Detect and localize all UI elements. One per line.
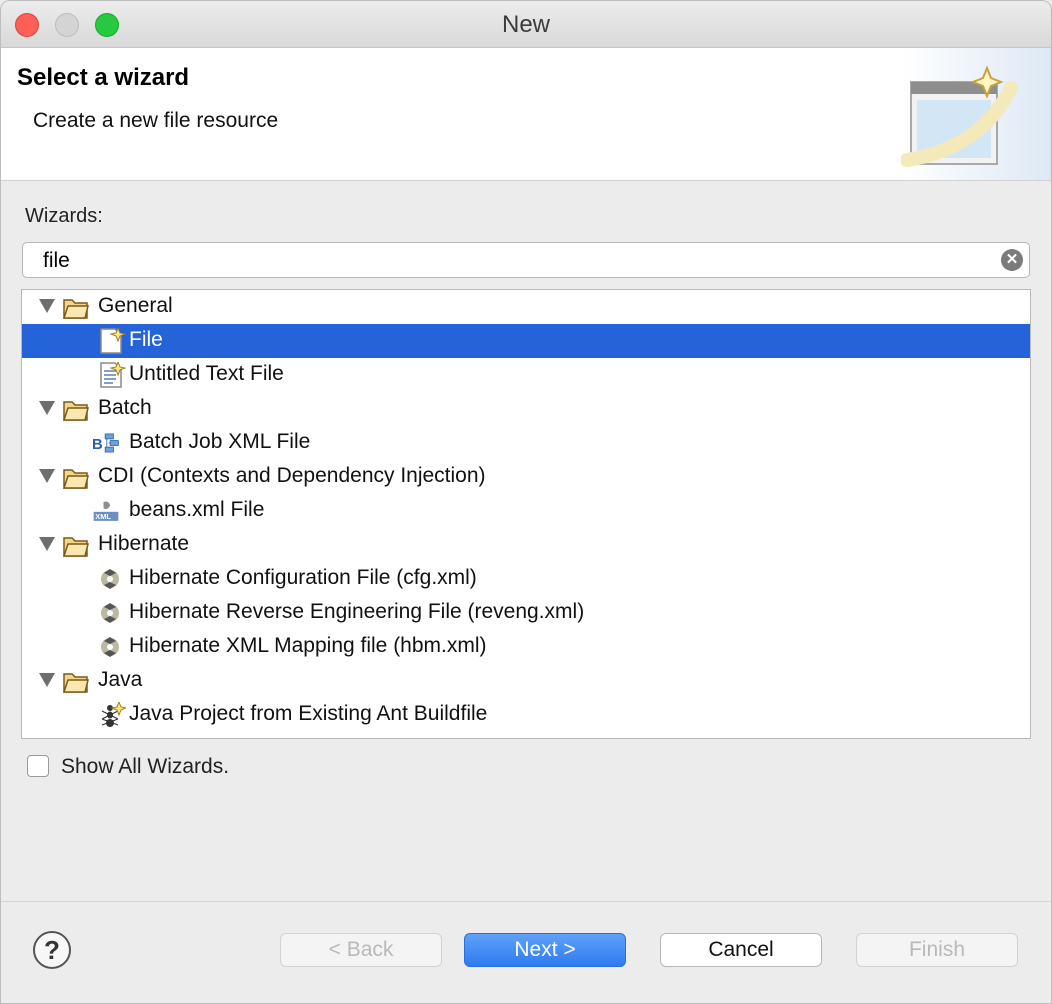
tree-item-label: beans.xml File [129,498,265,521]
wizard-banner: Select a wizard Create a new file resour… [1,48,1051,181]
svg-text:XML: XML [95,512,111,521]
next-button[interactable]: Next > [464,933,626,967]
tree-item-label: Untitled Text File [129,362,284,385]
new-wizard-dialog: New Select a wizard Create a new file re… [0,0,1052,1004]
tree-item-label: Hibernate XML Mapping file (hbm.xml) [129,634,487,657]
tree-item-file[interactable]: File [22,324,1030,358]
new-file-icon [100,328,126,354]
tree-item-hibernate-hbm[interactable]: Hibernate XML Mapping file (hbm.xml) [22,630,1030,664]
button-bar-divider [1,901,1051,902]
folder-icon [62,469,89,489]
tree-item-ant-project[interactable]: Java Project from Existing Ant Buildfile [22,698,1030,732]
new-wizard-icon [901,48,1051,180]
tree-item-label: Hibernate [98,532,190,555]
banner-title: Select a wizard [17,64,190,91]
tree-category-java[interactable]: Java [22,664,1030,698]
tree-item-label: Batch Job XML File [129,430,311,453]
folder-icon [62,537,89,557]
tree-item-untitled-text-file[interactable]: Untitled Text File [22,358,1030,392]
back-button[interactable]: < Back [280,933,442,967]
folder-icon [62,299,89,319]
hibernate-icon [101,603,119,623]
tree-item-beans-xml-file[interactable]: XML beans.xml File [22,494,1030,528]
tree-item-label: General [98,294,173,317]
help-icon[interactable]: ? [33,931,71,969]
hibernate-icon [101,637,119,657]
tree-item-batch-job-xml-file[interactable]: B Batch Job XML File [22,426,1030,460]
tree-item-hibernate-cfg[interactable]: Hibernate Configuration File (cfg.xml) [22,562,1030,596]
chevron-down-icon[interactable] [39,673,55,687]
tree-item-label: Hibernate Configuration File (cfg.xml) [129,566,477,589]
folder-icon [62,401,89,421]
chevron-down-icon[interactable] [39,537,55,551]
hibernate-icon [101,569,119,589]
chevron-down-icon[interactable] [39,299,55,313]
new-text-file-icon [100,362,126,388]
wizard-filter-field[interactable]: file ✕ [22,242,1030,278]
folder-icon [62,673,89,693]
ant-project-icon [101,702,126,727]
wizards-label: Wizards: [25,205,103,227]
batch-job-icon: B [92,433,119,453]
chevron-down-icon[interactable] [39,401,55,415]
tree-category-cdi[interactable]: CDI (Contexts and Dependency Injection) [22,460,1030,494]
window-title: New [501,11,550,38]
clear-icon[interactable]: ✕ [1001,249,1023,271]
tree-item-label: File [129,328,163,351]
tree-category-batch[interactable]: Batch [22,392,1030,426]
cancel-button[interactable]: Cancel [660,933,822,967]
tree-item-hibernate-reveng[interactable]: Hibernate Reverse Engineering File (reve… [22,596,1030,630]
show-all-wizards-label[interactable]: Show All Wizards. [61,755,229,779]
tree-item-label: Java Project from Existing Ant Buildfile [129,702,488,725]
banner-description: Create a new file resource [33,109,279,132]
tree-item-label: Java [98,668,143,691]
finish-button[interactable]: Finish [856,933,1018,967]
tree-item-label: Batch [98,396,152,419]
title-bar[interactable]: New [1,1,1051,48]
beans-xml-icon: XML [93,501,119,521]
svg-text:B: B [92,437,103,453]
show-all-wizards-checkbox[interactable] [27,755,49,777]
wizard-tree[interactable]: General File Untitled Text File Batch B … [21,289,1031,739]
chevron-down-icon[interactable] [39,469,55,483]
tree-category-hibernate[interactable]: Hibernate [22,528,1030,562]
tree-item-label: CDI (Contexts and Dependency Injection) [98,464,486,487]
tree-category-general[interactable]: General [22,290,1030,324]
tree-item-label: Hibernate Reverse Engineering File (reve… [129,600,585,623]
wizard-filter-value[interactable]: file [43,249,70,273]
